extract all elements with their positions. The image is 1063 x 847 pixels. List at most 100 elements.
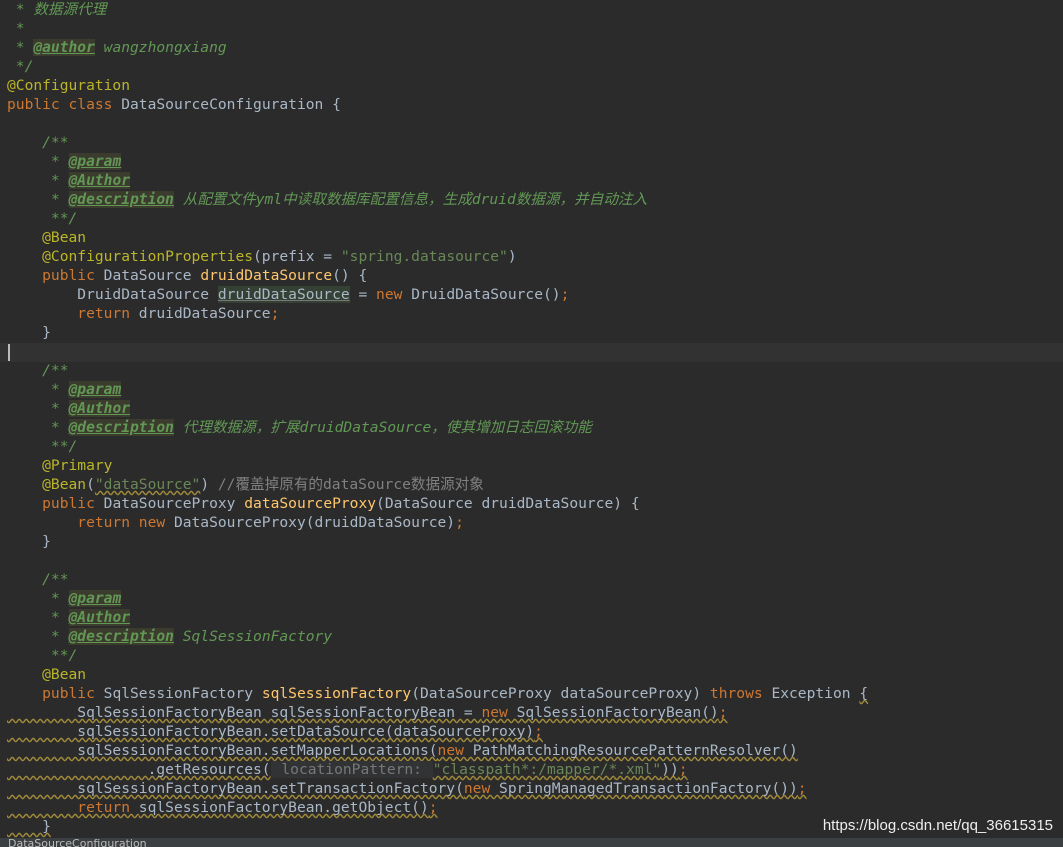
code-token: (DataSource druidDataSource) { [376,495,640,512]
code-line[interactable]: } [7,817,51,836]
breadcrumb-bar[interactable]: DataSourceConfiguration [0,838,1063,847]
code-token: druidDataSource [217,286,350,303]
code-line[interactable]: * 数据源代理 [7,0,107,19]
code-line[interactable]: /** [7,570,68,589]
code-line[interactable]: return new DataSourceProxy(druidDataSour… [7,513,464,532]
code-token: 数据源，并自动注入 [515,191,648,208]
code-token: } [7,533,51,550]
code-token: return [7,799,139,816]
code-token: PathMatchingResourcePatternResolver() [472,742,798,759]
code-line[interactable]: **/ [7,209,77,228]
code-line[interactable]: DruidDataSource druidDataSource = new Dr… [7,285,569,304]
code-line[interactable]: sqlSessionFactoryBean.setMapperLocations… [7,741,798,760]
code-token: 从配置文件 [173,191,256,208]
code-line[interactable]: @Bean("dataSource") //覆盖掉原有的dataSource数据… [7,475,484,494]
code-line[interactable]: sqlSessionFactoryBean.setTransactionFact… [7,779,807,798]
code-line[interactable]: * @param [7,589,122,608]
code-line[interactable]: SqlSessionFactoryBean sqlSessionFactoryB… [7,703,727,722]
code-token: new [376,286,412,303]
code-line[interactable]: * @Author [7,399,131,418]
code-token: **/ [7,647,78,664]
code-line[interactable]: */ [7,57,34,76]
code-token: new [463,780,500,797]
code-line[interactable]: * @param [7,152,122,171]
code-line[interactable]: public SqlSessionFactory sqlSessionFacto… [7,684,868,703]
code-token: ，使其增加日志回滚功能 [431,419,592,436]
code-token: @Configuration [7,77,131,94]
code-line[interactable]: @Bean [7,228,86,247]
code-token: () { [332,267,368,284]
code-line[interactable]: * @Author [7,608,131,627]
text-caret [8,344,10,361]
code-token: @description [68,191,174,208]
code-token: @Primary [7,457,113,474]
code-token: ; [455,514,464,531]
code-token: DataSource [103,267,201,284]
code-token: ; [428,799,438,816]
code-token: (DataSourceProxy dataSourceProxy) [411,685,710,702]
code-token: = [349,286,377,303]
code-token: DruidDataSource() [411,286,561,303]
code-line[interactable]: * @Author [7,171,131,190]
breadcrumb[interactable]: DataSourceConfiguration [8,838,147,847]
code-token: ) [200,476,218,493]
code-token: sqlSessionFactoryBean.setDataSource(data… [7,723,535,740]
code-token: * [7,381,69,398]
code-line[interactable]: @Bean [7,665,86,684]
code-token: ) [507,248,517,265]
code-line[interactable]: } [7,532,51,551]
code-line[interactable]: * [7,19,25,38]
code-token: 中读取数据库配置信息，生成 [282,191,472,208]
code-line[interactable]: **/ [7,646,77,665]
code-line[interactable]: * @description SqlSessionFactory [7,627,332,646]
code-token: "classpath*:/mapper/*.xml" [432,761,662,778]
code-line[interactable]: @ConfigurationProperties(prefix = "sprin… [7,247,517,266]
code-line[interactable]: * @author wangzhongxiang [7,38,227,57]
code-token: @Author [68,609,131,626]
code-token: * [7,20,25,37]
code-token: .getResources( [7,761,271,778]
code-token: ; [270,305,280,322]
code-line[interactable]: * @description 代理数据源，扩展druidDataSource，使… [7,418,592,437]
code-token: SpringManagedTransactionFactory()) [499,780,798,797]
code-token: @description [68,628,174,645]
code-token: public [7,495,104,512]
code-token: Exception [771,685,860,702]
code-line[interactable]: return druidDataSource; [7,304,279,323]
code-editor[interactable]: * 数据源代理 * * @author wangzhongxiang */ @Co… [0,0,1063,847]
code-token: druidDataSource [299,419,432,436]
code-token: @param [68,153,122,170]
code-token: dataSourceProxy [244,495,377,512]
code-line[interactable]: @Primary [7,456,112,475]
code-line[interactable]: * @description 从配置文件yml中读取数据库配置信息，生成drui… [7,190,647,209]
code-token: wangzhongxiang [94,39,227,56]
code-line[interactable]: /** [7,133,69,152]
code-token: throws [709,685,772,702]
code-token: DataSourceProxy [103,495,245,512]
code-line[interactable]: public class DataSourceConfiguration { [7,95,341,114]
current-line-highlight [0,343,1063,362]
code-token: ; [560,286,570,303]
code-token: return new [7,514,174,531]
code-token: /** [7,134,69,151]
code-line[interactable]: .getResources( locationPattern: "classpa… [7,760,688,779]
code-token: public class [7,96,122,113]
code-line[interactable]: public DataSource druidDataSource() { [7,266,367,285]
code-token: } [7,818,51,835]
code-token: } [7,324,51,341]
code-line[interactable]: /** [7,361,68,380]
code-line[interactable]: } [7,323,51,342]
code-line[interactable]: sqlSessionFactoryBean.setDataSource(data… [7,722,543,741]
code-token: ; [797,780,807,797]
code-line[interactable]: @Configuration [7,76,130,95]
code-token: sqlSessionFactoryBean.getObject() [138,799,429,816]
code-token: @param [68,590,122,607]
code-line[interactable]: return sqlSessionFactoryBean.getObject()… [7,798,438,817]
code-line[interactable]: * @param [7,380,122,399]
code-token: ; [534,723,543,740]
code-token: public [7,685,104,702]
code-token: * 数据源代理 [7,1,107,18]
code-line[interactable]: **/ [7,437,77,456]
code-line[interactable]: public DataSourceProxy dataSourceProxy(D… [7,494,640,513]
code-token: druidDataSource [200,267,333,284]
